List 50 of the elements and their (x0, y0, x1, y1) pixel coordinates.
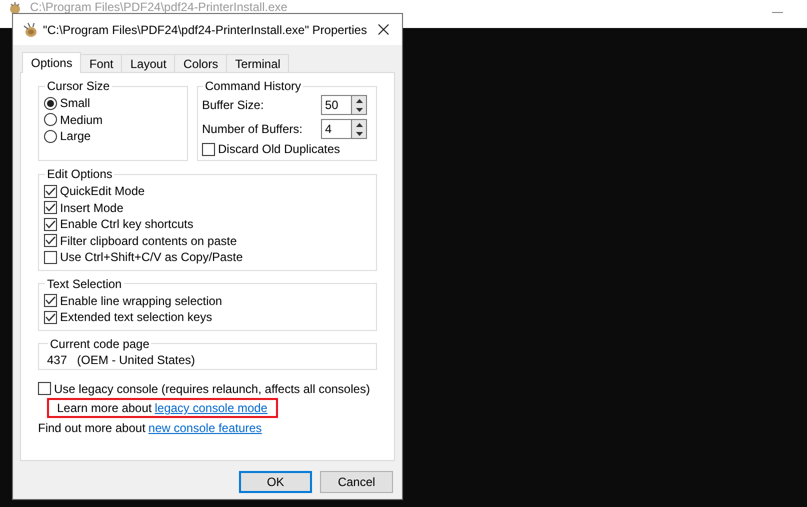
radio-button[interactable] (44, 130, 57, 143)
checkbox[interactable] (44, 184, 57, 198)
group-label: Edit Options (46, 167, 114, 181)
tab[interactable]: Options (22, 52, 82, 73)
group-label: Cursor Size (46, 79, 111, 93)
checkbox-label: Enable Ctrl key shortcuts (60, 217, 194, 232)
checkbox-label: QuickEdit Mode (60, 184, 145, 198)
checkbox-label: Use legacy console (requires relaunch, affects all consoles) (54, 382, 370, 396)
radio-button[interactable] (44, 113, 57, 126)
checkbox[interactable] (44, 201, 57, 214)
checkbox[interactable] (44, 310, 57, 324)
ok-button[interactable]: OK (239, 471, 312, 493)
cancel-button[interactable]: Cancel (320, 471, 393, 493)
checkbox-label: Enable line wrapping selection (60, 294, 222, 308)
tab[interactable]: Layout (121, 54, 176, 72)
checkbox[interactable] (44, 234, 57, 248)
radio-label: Medium (60, 112, 103, 127)
spinner-arrows[interactable] (351, 95, 367, 115)
checkbox[interactable] (44, 294, 57, 308)
code-page-value: 437 (OEM - United States) (47, 352, 196, 366)
checkbox-label: Extended text selection keys (60, 310, 212, 324)
checkbox[interactable] (38, 382, 51, 396)
radio-button[interactable] (44, 96, 57, 110)
radio-label: Large (60, 129, 91, 144)
checkbox-label: Filter clipboard contents on paste (60, 234, 237, 248)
app-icon (22, 22, 38, 38)
close-icon[interactable] (378, 24, 389, 35)
group-label: Command History (204, 79, 302, 93)
number-field[interactable]: 50 (321, 95, 351, 115)
tab[interactable]: Terminal (226, 54, 290, 72)
checkbox[interactable] (44, 218, 57, 231)
minimize-icon[interactable] (772, 12, 783, 14)
field-label: Number of Buffers: (202, 122, 302, 136)
info-text: Learn more about (57, 401, 152, 415)
checkbox-label: Use Ctrl+Shift+C/V as Copy/Paste (60, 250, 243, 264)
info-text: Find out more about (38, 421, 146, 435)
number-field[interactable]: 4 (321, 119, 351, 139)
window-title: C:\Program Files\PDF24\pdf24-PrinterInstall.exe (30, 1, 288, 13)
checkbox[interactable] (44, 250, 57, 264)
field-label: Buffer Size: (202, 98, 264, 112)
checkbox[interactable] (202, 142, 215, 156)
window-title: "C:\Program Files\PDF24\pdf24-PrinterInstall.exe" Properties (43, 22, 368, 36)
group-label: Text Selection (46, 276, 123, 290)
radio-label: Small (60, 96, 90, 110)
group-label: Current code page (49, 336, 150, 350)
link[interactable]: legacy console mode (154, 401, 268, 415)
spinner-arrows[interactable] (351, 119, 367, 139)
checkbox-label: Insert Mode (60, 200, 124, 215)
link[interactable]: new console features (148, 421, 262, 435)
checkbox-label: Discard Old Duplicates (218, 142, 340, 156)
